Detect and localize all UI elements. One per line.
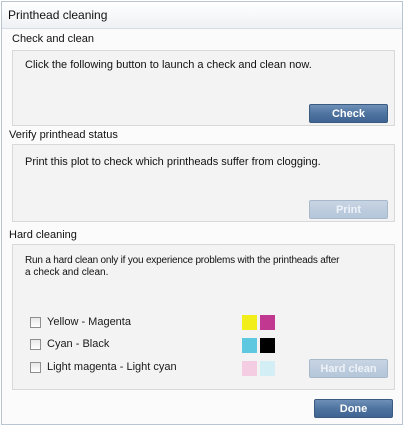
light-magenta-light-cyan-checkbox[interactable] xyxy=(30,362,41,373)
hard-cleaning-title: Hard cleaning xyxy=(9,229,77,241)
light-magenta-swatch xyxy=(242,361,257,376)
light-magenta-light-cyan-label: Light magenta - Light cyan xyxy=(47,361,177,373)
hard-clean-button[interactable]: Hard clean xyxy=(309,359,388,378)
magenta-swatch xyxy=(260,315,275,330)
cyan-black-label: Cyan - Black xyxy=(47,338,110,350)
yellow-swatch xyxy=(242,315,257,330)
verify-printhead-status-title: Verify printhead status xyxy=(9,129,118,141)
verify-box: Print this plot to check which printhead… xyxy=(12,144,395,222)
yellow-magenta-label: Yellow - Magenta xyxy=(47,316,131,328)
printhead-cleaning-dialog: Printhead cleaning Check and clean Click… xyxy=(1,1,403,425)
verify-printhead-status-group: Verify printhead status Print this plot … xyxy=(9,129,395,225)
black-swatch xyxy=(260,338,275,353)
light-cyan-swatch xyxy=(260,361,275,376)
check-and-clean-title: Check and clean xyxy=(12,33,94,45)
hard-cleaning-box: Run a hard clean only if you experience … xyxy=(12,244,395,390)
yellow-magenta-checkbox[interactable] xyxy=(30,317,41,328)
print-button[interactable]: Print xyxy=(309,200,388,219)
done-button[interactable]: Done xyxy=(314,399,393,418)
verify-description: Print this plot to check which printhead… xyxy=(25,156,321,168)
window-title: Printhead cleaning xyxy=(8,8,108,22)
check-and-clean-box: Click the following button to launch a c… xyxy=(12,50,395,126)
hard-cleaning-group: Hard cleaning Run a hard clean only if y… xyxy=(9,229,395,392)
check-and-clean-description: Click the following button to launch a c… xyxy=(25,59,312,71)
cyan-black-checkbox[interactable] xyxy=(30,339,41,350)
check-button[interactable]: Check xyxy=(309,104,388,123)
check-and-clean-group: Check and clean Click the following butt… xyxy=(9,33,395,128)
cyan-swatch xyxy=(242,338,257,353)
hard-cleaning-description-line2: a check and clean. xyxy=(25,267,109,278)
title-bar: Printhead cleaning xyxy=(2,2,402,29)
